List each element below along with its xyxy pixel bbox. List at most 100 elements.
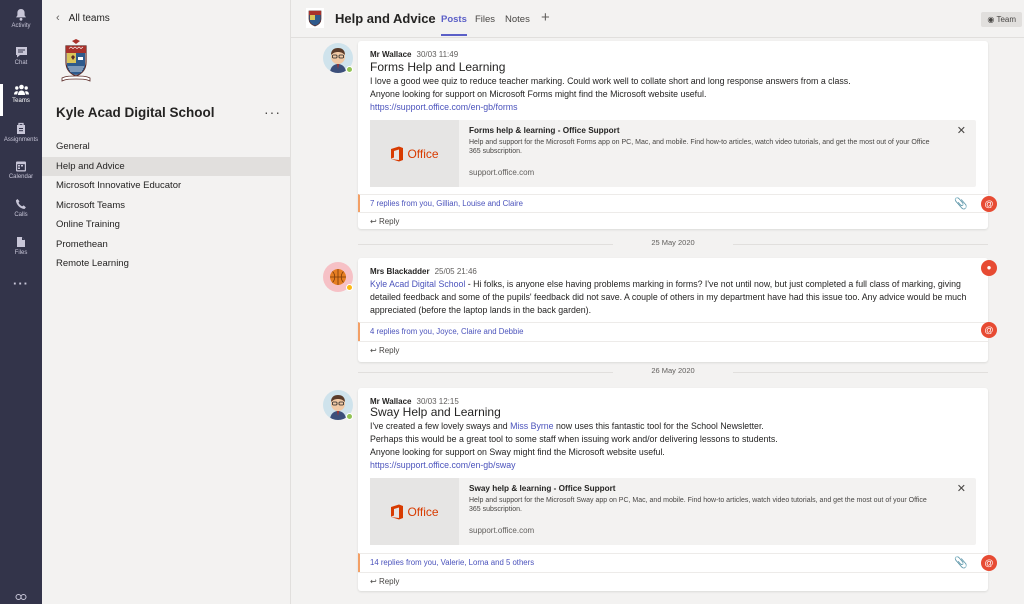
reply-label: Reply <box>378 217 400 226</box>
replies-summary[interactable]: 4 replies from you, Joyce, Claire and De… <box>358 322 988 341</box>
post-body: Kyle Acad Digital School - Hi folks, is … <box>370 278 968 317</box>
post-card: Mrs Blackadder 25/05 21:46 Kyle Acad Digi… <box>358 258 988 362</box>
card-url: support.office.com <box>469 526 535 535</box>
user-mention[interactable]: Miss Byrne <box>510 421 554 431</box>
tab-files[interactable]: Files <box>475 14 495 25</box>
post-line: Anyone looking for support on Microsoft … <box>370 89 707 99</box>
post-line: Perhaps this would be a great tool to so… <box>370 434 778 444</box>
office-logo: Office <box>370 120 459 187</box>
teams-icon <box>13 84 29 95</box>
channel-list: General Help and Advice Microsoft Innova… <box>42 137 291 274</box>
card-description: Help and support for the Microsoft Forms… <box>469 139 930 155</box>
phone-icon <box>15 199 26 209</box>
close-icon[interactable]: ✕ <box>957 482 966 495</box>
office-icon <box>391 504 404 519</box>
post-text: now uses this fantastic tool for the Sch… <box>553 421 764 431</box>
apps-icon[interactable] <box>0 590 42 604</box>
rail-calls[interactable]: Calls <box>0 196 42 232</box>
team-mention[interactable]: Kyle Acad Digital School <box>370 279 465 289</box>
calendar-icon <box>16 161 26 172</box>
posts-feed: Mr Wallace 30/03 11:49 Forms Help and Lea… <box>291 38 1024 604</box>
team-mention-icon: ● <box>981 260 997 276</box>
rail-teams[interactable]: Teams <box>0 82 42 118</box>
chevron-left-icon: ‹ <box>56 12 60 24</box>
status-available-badge <box>346 66 353 73</box>
post-header: Mr Wallace 30/03 11:49 <box>370 50 458 59</box>
team-button[interactable]: ◉ Team <box>981 12 1022 27</box>
reply-button[interactable]: ↩ Reply <box>358 341 988 359</box>
post-card: Mr Wallace 30/03 12:15 Sway Help and Lear… <box>358 388 988 591</box>
team-name: Kyle Acad Digital School <box>56 105 215 120</box>
reply-label: Reply <box>378 577 400 586</box>
rail-label: Calendar <box>8 174 34 180</box>
card-description: Help and support for the Microsoft Sway … <box>469 497 927 513</box>
post-card: Mr Wallace 30/03 11:49 Forms Help and Lea… <box>358 41 988 229</box>
post-time: 30/03 11:49 <box>416 50 459 59</box>
rail-chat[interactable]: Chat <box>0 44 42 80</box>
reply-arrow-icon: ↩ <box>370 346 377 355</box>
date-label: 25 May 2020 <box>651 238 695 247</box>
tab-notes[interactable]: Notes <box>505 14 530 25</box>
post-link[interactable]: https://support.office.com/en-gb/forms <box>370 101 968 114</box>
post-body: I've created a few lovely sways and Miss… <box>370 420 968 472</box>
add-tab-button[interactable]: + <box>541 9 550 26</box>
card-title: Forms help & learning - Office Support <box>469 126 620 135</box>
rail-label: Teams <box>12 98 30 104</box>
post-time: 25/05 21:46 <box>434 267 477 276</box>
status-available-badge <box>346 413 353 420</box>
mention-icon: @ <box>981 555 997 571</box>
channel-header: Help and Advice Posts Files Notes + ◉ Te… <box>291 0 1024 38</box>
tab-posts[interactable]: Posts <box>441 14 467 36</box>
channel-general[interactable]: General <box>42 137 291 157</box>
post-author[interactable]: Mr Wallace <box>370 50 412 59</box>
replies-summary[interactable]: 14 replies from you, Valerie, Lorna and … <box>358 553 988 572</box>
post-link[interactable]: https://support.office.com/en-gb/sway <box>370 459 968 472</box>
rail-activity[interactable]: Activity <box>0 6 42 42</box>
date-separator: 25 May 2020 <box>358 238 988 250</box>
bell-icon <box>16 9 26 21</box>
team-more-options-button[interactable]: ··· <box>264 104 281 120</box>
office-logo: Office <box>370 478 459 545</box>
reply-button[interactable]: ↩ Reply <box>358 212 988 230</box>
team-logo <box>306 8 324 28</box>
rail-files[interactable]: Files <box>0 234 42 270</box>
rail-label: Assignments <box>3 137 39 143</box>
rail-assignments[interactable]: Assignments <box>0 120 42 156</box>
post-author[interactable]: Mrs Blackadder <box>370 267 430 276</box>
office-wordmark: Office <box>407 146 439 161</box>
back-label: All teams <box>68 12 110 24</box>
rail-calendar[interactable]: Calendar <box>0 158 42 194</box>
all-teams-link[interactable]: ‹ All teams <box>56 12 110 24</box>
more-icon[interactable]: ··· <box>0 276 42 294</box>
card-title: Sway help & learning - Office Support <box>469 484 616 493</box>
channel-remote-learning[interactable]: Remote Learning <box>42 254 291 274</box>
close-icon[interactable]: ✕ <box>957 124 966 137</box>
date-label: 26 May 2020 <box>651 366 695 375</box>
mention-icon: @ <box>981 196 997 212</box>
channel-help-and-advice[interactable]: Help and Advice <box>42 156 291 176</box>
reply-label: Reply <box>378 346 400 355</box>
files-icon <box>17 237 25 247</box>
link-preview-card[interactable]: Office Forms help & learning - Office Su… <box>370 120 976 187</box>
reply-arrow-icon: ↩ <box>370 217 377 226</box>
replies-summary[interactable]: 7 replies from you, Gillian, Louise and … <box>358 194 988 213</box>
post-line: I've created a few lovely sways and Miss… <box>370 420 968 433</box>
reply-arrow-icon: ↩ <box>370 577 377 586</box>
post-line: I love a good wee quiz to reduce teacher… <box>370 76 851 86</box>
office-icon <box>391 146 404 161</box>
post-body: I love a good wee quiz to reduce teacher… <box>370 75 968 114</box>
channel-title: Help and Advice <box>335 11 436 26</box>
channel-microsoft-innovative-educator[interactable]: Microsoft Innovative Educator <box>42 176 291 196</box>
channel-online-training[interactable]: Online Training <box>42 215 291 235</box>
rail-label: Files <box>14 250 28 256</box>
channel-promethean[interactable]: Promethean <box>42 235 291 255</box>
rail-label: Activity <box>11 23 31 29</box>
assignments-icon <box>17 122 25 134</box>
post-title: Forms Help and Learning <box>370 60 506 74</box>
status-away-badge <box>346 284 353 291</box>
team-button-label: Team <box>996 15 1016 24</box>
eye-icon: ◉ <box>987 15 995 24</box>
link-preview-card[interactable]: Office Sway help & learning - Office Sup… <box>370 478 976 545</box>
channel-microsoft-teams[interactable]: Microsoft Teams <box>42 196 291 216</box>
reply-button[interactable]: ↩ Reply <box>358 572 988 590</box>
